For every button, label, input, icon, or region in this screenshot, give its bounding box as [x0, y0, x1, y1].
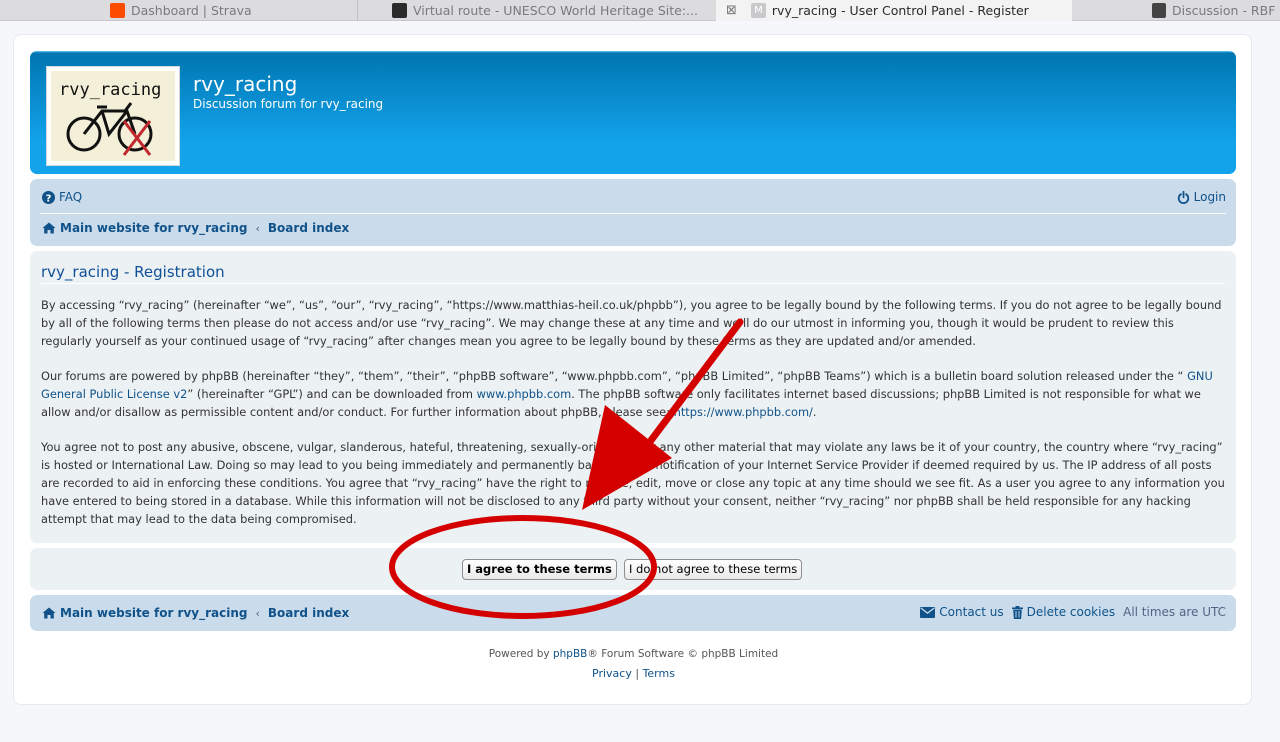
page-wrap: rvy_racing rvy_racing Discussion forum f… [13, 34, 1252, 705]
power-icon [1177, 190, 1189, 204]
privacy-link[interactable]: Privacy [592, 667, 632, 680]
delete-cookies-label: Delete cookies [1026, 605, 1116, 619]
agreement-buttons-panel: I agree to these terms I do not agree to… [30, 548, 1236, 590]
breadcrumb-separator: ‹ [255, 606, 260, 620]
faq-label: FAQ [59, 190, 83, 204]
footer-breadcrumb: Main website for rvy_racing ‹ Board inde… [42, 606, 349, 620]
footer-board-index-link[interactable]: Board index [268, 606, 349, 620]
breadcrumb: Main website for rvy_racing ‹ Board inde… [42, 221, 349, 235]
navbar-divider [40, 213, 1226, 214]
home-icon [42, 222, 56, 234]
home-icon [42, 607, 56, 619]
svg-text:?: ? [46, 193, 52, 204]
registration-panel: rvy_racing - Registration By accessing “… [30, 251, 1236, 543]
tab-title: Discussion - RBF [1172, 3, 1276, 18]
agree-button[interactable]: I agree to these terms [462, 559, 617, 580]
site-header: rvy_racing rvy_racing Discussion forum f… [30, 51, 1236, 174]
browser-tab-bar: Dashboard | Strava Virtual route - UNESC… [0, 0, 1280, 21]
login-label: Login [1193, 190, 1226, 204]
phpbb-site-link[interactable]: www.phpbb.com [477, 387, 572, 401]
powered-prefix: Powered by [488, 648, 553, 660]
site-title[interactable]: rvy_racing [193, 72, 297, 96]
breadcrumb-separator: ‹ [255, 221, 260, 235]
forum-favicon-icon: M [750, 3, 766, 18]
discussion-favicon-icon [1152, 3, 1166, 18]
terms-paragraph-3: You agree not to post any abusive, obsce… [41, 440, 1225, 526]
tab-virtual-route[interactable]: Virtual route - UNESCO World Heritage Si… [392, 0, 702, 21]
site-description: Discussion forum for rvy_racing [193, 97, 384, 111]
faq-link[interactable]: ? FAQ [42, 190, 82, 204]
delete-cookies-link[interactable]: Delete cookies [1011, 605, 1116, 619]
phpbb-link[interactable]: phpBB [553, 648, 587, 660]
terms-text-fragment: ” (hereinafter “GPL”) and can be downloa… [187, 386, 477, 401]
tab-title: Dashboard | Strava [131, 3, 252, 18]
phpbb-url-link[interactable]: https://www.phpbb.com/ [674, 405, 813, 419]
policy-separator: | [635, 667, 640, 680]
tab-strava[interactable]: Dashboard | Strava [110, 0, 350, 21]
question-circle-icon: ? [42, 190, 55, 204]
footer-home-link[interactable]: Main website for rvy_racing [60, 606, 248, 620]
terms-text: By accessing “rvy_racing” (hereinafter “… [41, 297, 1227, 546]
terms-text-fragment: Our forums are powered by phpBB (hereina… [41, 369, 1188, 384]
title-divider [41, 283, 1225, 284]
envelope-icon [920, 606, 936, 618]
terms-link[interactable]: Terms [643, 667, 675, 680]
tab-register-active[interactable]: ⊠ M rvy_racing - User Control Panel - Re… [716, 0, 1072, 21]
route-favicon-icon [392, 3, 407, 18]
tab-title: Virtual route - UNESCO World Heritage Si… [413, 3, 698, 18]
tab-close-icon[interactable]: ⊠ [726, 3, 737, 18]
contact-label: Contact us [939, 605, 1004, 619]
copyright-block: Powered by phpBB® Forum Software © phpBB… [14, 645, 1253, 683]
site-logo[interactable]: rvy_racing [46, 66, 180, 166]
navbar: ? FAQ Login Main website for rvy_racing … [30, 179, 1236, 246]
breadcrumb-board-index-link[interactable]: Board index [268, 221, 349, 235]
terms-paragraph-2: Our forums are powered by phpBB (hereina… [41, 368, 1227, 421]
timezone-notice: All times are UTC [1123, 605, 1226, 619]
footer-navbar: Main website for rvy_racing ‹ Board inde… [30, 595, 1236, 631]
bicycle-logo-icon: rvy_racing [51, 71, 175, 161]
svg-text:rvy_racing: rvy_racing [59, 80, 161, 100]
footer-links: Contact us Delete cookies All times are … [920, 605, 1226, 619]
login-link[interactable]: Login [1177, 190, 1226, 204]
terms-paragraph-1: By accessing “rvy_racing” (hereinafter “… [41, 298, 1222, 348]
policy-links: Privacy | Terms [14, 664, 1253, 683]
trash-icon [1011, 605, 1023, 619]
tab-divider [357, 0, 358, 21]
powered-by-line: Powered by phpBB® Forum Software © phpBB… [14, 645, 1253, 664]
registration-title: rvy_racing - Registration [41, 263, 225, 281]
strava-favicon-icon [110, 3, 125, 18]
breadcrumb-home-link[interactable]: Main website for rvy_racing [60, 221, 248, 235]
terms-text-fragment: . [812, 404, 817, 419]
powered-suffix: ® Forum Software © phpBB Limited [587, 648, 779, 660]
contact-us-link[interactable]: Contact us [920, 605, 1004, 619]
tab-title: rvy_racing - User Control Panel - Regist… [771, 3, 1029, 18]
disagree-button[interactable]: I do not agree to these terms [624, 559, 803, 580]
tab-discussion[interactable]: Discussion - RBF [1152, 0, 1280, 21]
